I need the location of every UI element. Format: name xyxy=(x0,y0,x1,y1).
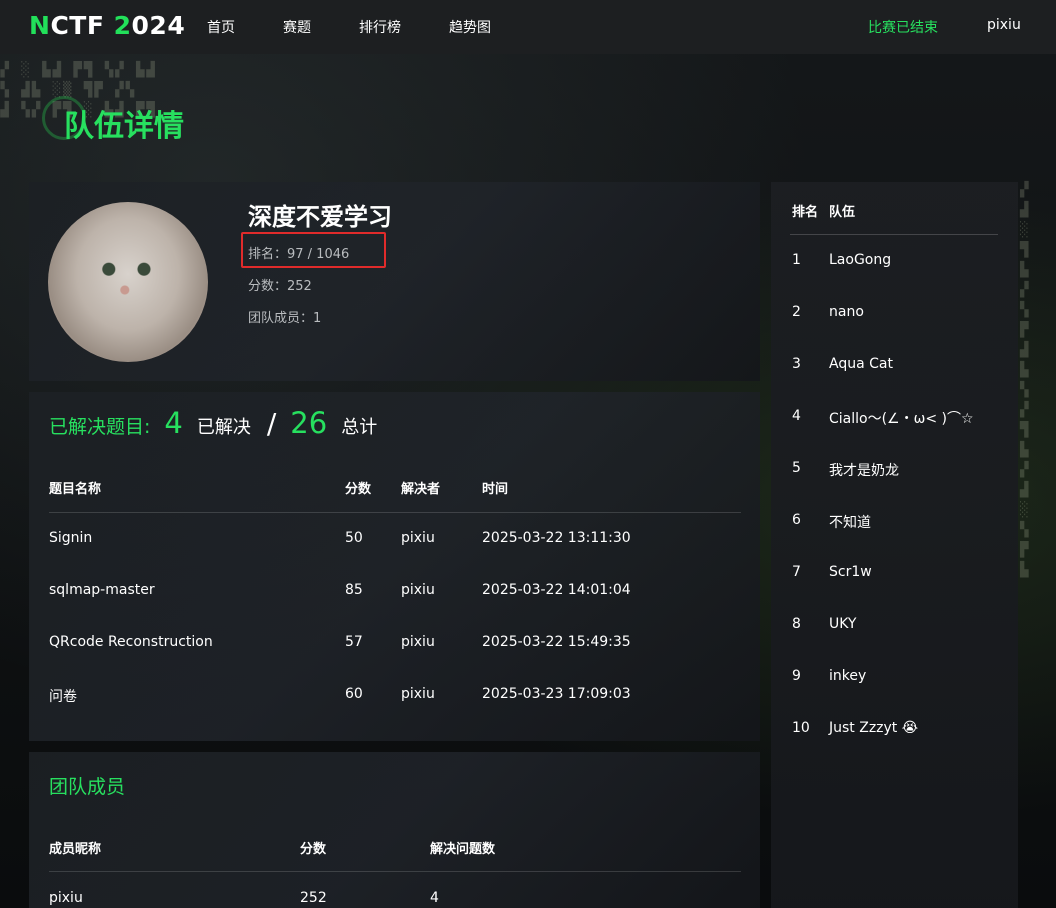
solver-cell[interactable]: pixiu xyxy=(401,582,435,598)
table-divider xyxy=(49,512,741,513)
rank-team-name[interactable]: nano xyxy=(829,304,864,320)
total-text: 总计 xyxy=(341,417,378,438)
solved-summary: 已解决题目: 4 已解决 / 26 总计 xyxy=(49,406,377,440)
team-members-card: 团队成员 成员昵称 分数 解决问题数 pixiu 252 4 xyxy=(29,752,760,908)
rank-number: 4 xyxy=(792,408,801,424)
team-member-count: 团队成员：1 xyxy=(248,311,322,326)
rank-number: 3 xyxy=(792,356,801,372)
rank-team-name[interactable]: 不知道 xyxy=(829,512,871,532)
table-divider xyxy=(790,234,998,235)
rank-team-name[interactable]: Aqua Cat xyxy=(829,356,893,372)
table-divider xyxy=(49,871,741,872)
member-score-cell: 252 xyxy=(300,890,327,906)
time-cell: 2025-03-22 14:01:04 xyxy=(482,582,631,598)
total-count: 26 xyxy=(290,406,328,440)
col-team: 队伍 xyxy=(829,205,856,220)
nav-scoreboard-link[interactable]: 排行榜 xyxy=(359,17,401,37)
col-member-nickname: 成员昵称 xyxy=(49,842,102,857)
col-solver: 解决者 xyxy=(401,482,441,497)
col-challenge-name: 题目名称 xyxy=(49,482,102,497)
user-menu-link[interactable]: pixiu xyxy=(987,17,1021,33)
nav-trends-link[interactable]: 趋势图 xyxy=(449,17,491,37)
rank-number: 10 xyxy=(792,720,810,736)
col-rank: 排名 xyxy=(792,205,819,220)
challenge-name-cell[interactable]: Signin xyxy=(49,530,92,546)
col-member-score: 分数 xyxy=(300,842,327,857)
col-time: 时间 xyxy=(482,482,509,497)
points-cell: 50 xyxy=(345,530,363,546)
solver-cell[interactable]: pixiu xyxy=(401,686,435,702)
solved-text: 已解决 xyxy=(196,417,251,438)
col-member-solved: 解决问题数 xyxy=(430,842,496,857)
team-score: 分数：252 xyxy=(248,279,312,294)
time-cell: 2025-03-22 13:11:30 xyxy=(482,530,631,546)
team-rank: 排名：97 / 1046 xyxy=(248,247,350,262)
challenge-name-cell[interactable]: sqlmap-master xyxy=(49,582,155,598)
points-cell: 60 xyxy=(345,686,363,702)
navbar: NCTF 2024 首页 赛题 排行榜 趋势图 比赛已结束 pixiu xyxy=(0,0,1056,54)
rank-number: 8 xyxy=(792,616,801,632)
logo-text-024: 024 xyxy=(131,11,186,40)
logo-letter-n: N xyxy=(29,11,51,40)
rank-number: 7 xyxy=(792,564,801,580)
site-logo[interactable]: NCTF 2024 xyxy=(29,11,185,40)
team-avatar xyxy=(48,202,208,362)
rank-team-name[interactable]: LaoGong xyxy=(829,252,891,268)
solved-count: 4 xyxy=(164,406,183,440)
page-title: 队伍详情 xyxy=(64,109,184,144)
solved-label: 已解决题目: xyxy=(49,416,151,438)
rank-number: 6 xyxy=(792,512,801,528)
solved-slash: / xyxy=(266,407,277,440)
rank-number: 5 xyxy=(792,460,801,476)
solved-challenges-card: 已解决题目: 4 已解决 / 26 总计 题目名称 分数 解决者 时间 Sign… xyxy=(29,392,760,741)
rank-team-name[interactable]: Scr1w xyxy=(829,564,872,580)
points-cell: 57 xyxy=(345,634,363,650)
col-points: 分数 xyxy=(345,482,372,497)
points-cell: 85 xyxy=(345,582,363,598)
time-cell: 2025-03-23 17:09:03 xyxy=(482,686,631,702)
rank-team-name[interactable]: Just Zzzyt 😭 xyxy=(829,720,918,736)
solver-cell[interactable]: pixiu xyxy=(401,530,435,546)
rank-number: 1 xyxy=(792,252,801,268)
contest-status: 比赛已结束 xyxy=(868,20,938,36)
rank-number: 9 xyxy=(792,668,801,684)
team-name: 深度不爱学习 xyxy=(248,203,392,231)
logo-digit-2: 2 xyxy=(113,11,132,40)
time-cell: 2025-03-22 15:49:35 xyxy=(482,634,631,650)
logo-text-ctf: CTF xyxy=(50,11,114,40)
challenge-name-cell[interactable]: QRcode Reconstruction xyxy=(49,634,213,650)
member-solved-cell: 4 xyxy=(430,890,439,906)
solver-cell[interactable]: pixiu xyxy=(401,634,435,650)
rank-number: 2 xyxy=(792,304,801,320)
team-info-card: 深度不爱学习 排名：97 / 1046 分数：252 团队成员：1 xyxy=(29,182,760,381)
rank-team-name[interactable]: inkey xyxy=(829,668,866,684)
rank-team-name[interactable]: 我才是奶龙 xyxy=(829,460,899,480)
rank-team-name[interactable]: Ciallo～(∠・ω< )⌒☆ xyxy=(829,408,974,428)
challenge-name-cell[interactable]: 问卷 xyxy=(49,686,77,706)
nav-challenges-link[interactable]: 赛题 xyxy=(283,17,311,37)
members-title: 团队成员 xyxy=(49,776,126,798)
decorative-glyphs: ▞ ▟ ░ ▜ ▙ ▞ ▚ ▛ ▟ ▙ ▚ ▞ ▜ ▙ ▞ ▟ ░ ▚ ▛ ▙ xyxy=(1020,182,1031,578)
ranking-sidebar: 排名 队伍 1 LaoGong 2 nano 3 Aqua Cat 4 Ciallo～(… xyxy=(771,182,1018,908)
rank-team-name[interactable]: UKY xyxy=(829,616,856,632)
nav-home-link[interactable]: 首页 xyxy=(207,17,235,37)
member-nickname-cell[interactable]: pixiu xyxy=(49,890,83,906)
